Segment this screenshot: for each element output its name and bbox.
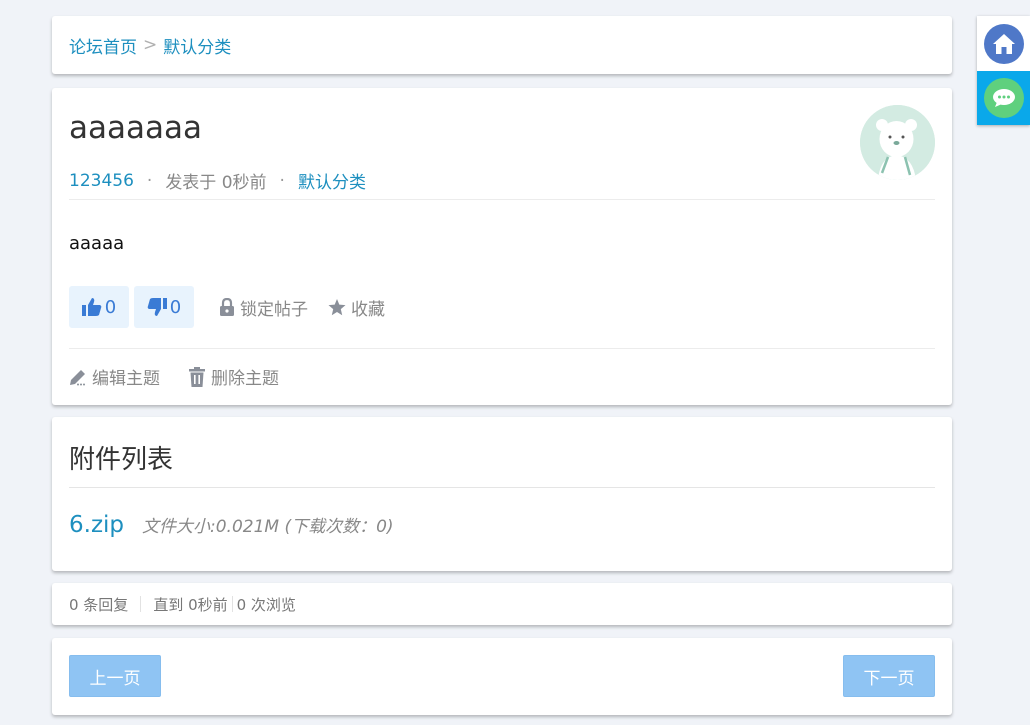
view-count: 0 次浏览 [236,595,296,614]
meta-dot: · [279,170,285,191]
pager: 上一页 下一页 [52,638,952,715]
reply-count: 0 条回复 [69,595,129,614]
delete-topic-label: 删除主题 [211,369,279,389]
post-actions: 0 0 锁定帖子 收藏 [69,286,385,328]
attachments-card: 附件列表 6.zip 文件大小:0.021M (下载次数：0) [52,417,952,571]
divider [69,199,935,200]
attachment-item: 6.zip 文件大小:0.021M (下载次数：0) [69,512,394,538]
breadcrumb-separator: > [143,35,158,55]
like-count: 0 [104,296,117,318]
dislike-count: 0 [169,296,182,318]
trash-icon [189,366,205,387]
pencil-icon [70,369,85,385]
post-time: 发表于 0秒前 [165,173,267,193]
attachment-file-info: 文件大小:0.021M (下载次数：0) [142,517,394,537]
avatar[interactable] [860,105,935,180]
side-toolbar [977,16,1030,125]
attachment-file-link[interactable]: 6.zip [69,512,124,538]
edit-topic-label: 编辑主题 [92,369,160,389]
lock-post-label: 锁定帖子 [240,299,308,320]
breadcrumb: 论坛首页 > 默认分类 [52,16,952,74]
home-icon [983,23,1024,64]
author-link[interactable]: 123456 [69,171,134,191]
breadcrumb-category-link[interactable]: 默认分类 [163,33,231,58]
divider [231,596,233,612]
post-title: aaaaaaa [69,110,202,146]
lock-post-button[interactable]: 锁定帖子 [219,295,308,320]
home-button[interactable] [977,16,1030,71]
post-meta: 123456 · 发表于 0秒前 · 默认分类 [69,168,366,194]
star-icon [328,298,346,315]
prev-page-button[interactable]: 上一页 [69,655,161,697]
lock-icon [220,298,234,316]
breadcrumb-home-link[interactable]: 论坛首页 [69,33,137,58]
post-card: aaaaaaa 123456 · 发表于 0秒前 · 默认分类 aaaaa 0 [52,88,952,405]
chat-icon [983,78,1024,118]
divider [140,596,142,612]
next-page-button[interactable]: 下一页 [843,655,935,697]
topic-stats: 0 条回复 直到 0秒前 0 次浏览 [52,583,952,625]
admin-actions: 编辑主题 删除主题 [69,364,307,389]
category-link[interactable]: 默认分类 [298,168,366,193]
chat-button[interactable] [977,71,1030,125]
like-button[interactable]: 0 [69,286,129,328]
favorite-label: 收藏 [351,299,385,320]
post-content: aaaaa [69,233,125,254]
thumbs-up-icon [81,298,102,316]
thumbs-down-icon [147,298,167,316]
favorite-button[interactable]: 收藏 [328,295,385,320]
meta-dot: · [146,170,153,191]
delete-topic-button[interactable]: 删除主题 [188,364,279,389]
attachments-heading: 附件列表 [69,445,174,475]
divider [69,487,935,488]
dislike-button[interactable]: 0 [134,286,194,328]
edit-topic-button[interactable]: 编辑主题 [69,364,160,389]
divider [69,348,935,349]
last-activity: 直到 0秒前 [153,595,228,614]
bear-avatar-icon [860,105,935,180]
